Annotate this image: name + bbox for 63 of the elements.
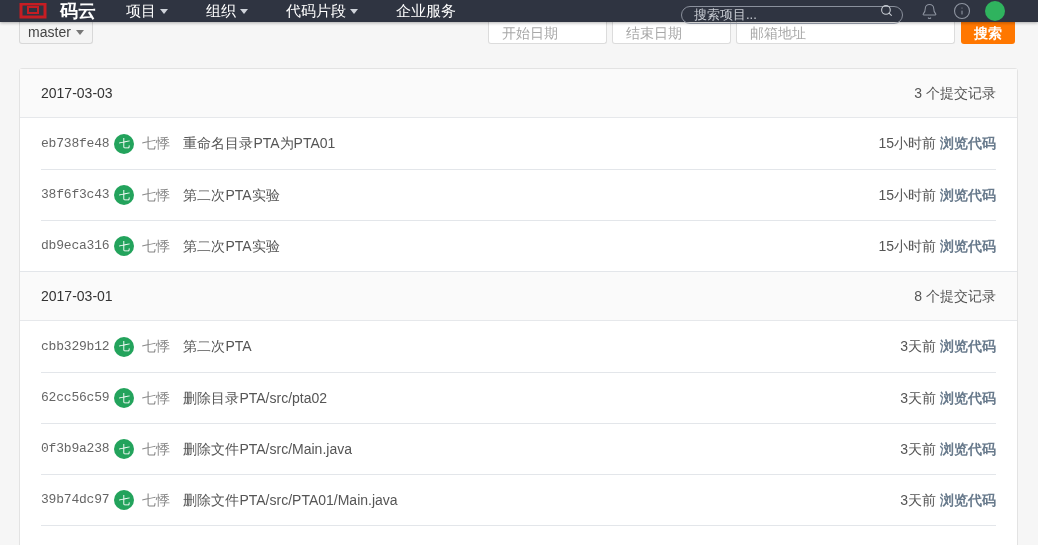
author-name[interactable]: 七悸 [142,387,171,409]
commit-hash[interactable]: 0f3b9a238 [41,439,110,459]
commit-time: 3天前 [900,388,936,408]
branch-dropdown[interactable]: master [19,22,93,44]
browse-code-link[interactable]: 浏览代码 [940,387,996,409]
commit-hash[interactable]: 39b74dc97 [41,490,110,510]
browse-code-link[interactable]: 浏览代码 [940,184,996,206]
author-name[interactable]: 七悸 [142,133,171,154]
caret-icon [75,30,84,35]
commit-message[interactable]: 删除文件PTA/src/PTA01/Main.java [183,489,398,511]
author-avatar[interactable]: 七 [114,336,135,357]
browse-code-link[interactable]: 浏览代码 [940,438,996,460]
commit-hash[interactable]: 38f6f3c43 [41,185,110,205]
commit-hash[interactable]: 62cc56c59 [41,388,110,408]
logo-text[interactable]: 码云 [60,0,96,22]
browse-code-link[interactable]: 浏览代码 [940,336,996,357]
commit-message[interactable]: 删除目录PTA/src/pta02 [183,387,328,409]
commit-hash[interactable]: eb738fe48 [41,133,110,154]
nav-menu-item[interactable]: 组织 [206,0,248,22]
commit-time: 3天前 [900,337,936,356]
group-date: 2017-03-03 [41,83,113,103]
info-icon[interactable] [953,2,971,20]
commit-message[interactable]: 第二次PTA实验 [183,184,280,206]
logo-icon[interactable] [19,3,47,19]
nav-menu-item[interactable]: 代码片段 [286,0,358,22]
author-name[interactable]: 七悸 [142,235,171,257]
email-field[interactable]: 邮箱地址 [736,22,955,44]
browse-code-link[interactable]: 浏览代码 [940,235,996,257]
avatar-icon[interactable] [985,1,1005,21]
author-name[interactable]: 七悸 [142,438,171,460]
commit-message[interactable]: 重命名目录PTA为PTA01 [183,133,336,154]
author-avatar[interactable]: 七 [114,388,135,408]
commit-count: 8 个提交记录 [914,286,996,306]
commit-time: 15小时前 [878,185,936,205]
commit-time: 3天前 [900,490,936,510]
search-field[interactable]: 搜索项目... [681,5,903,24]
author-avatar[interactable]: 七 [114,236,135,256]
author-avatar[interactable]: 七 [114,439,135,459]
bell-icon[interactable] [921,2,938,20]
start-date-field[interactable]: 开始日期 [488,22,607,44]
search-icon[interactable] [880,4,893,17]
browse-code-link[interactable]: 浏览代码 [940,133,996,154]
nav-menu-item[interactable]: 企业服务 [396,0,456,22]
commit-time: 3天前 [900,439,936,459]
browse-code-link[interactable]: 浏览代码 [940,489,996,511]
commit-hash[interactable]: cbb329b12 [41,336,110,357]
commit-message[interactable]: 第二次PTA [183,336,252,357]
author-name[interactable]: 七悸 [142,489,171,511]
author-avatar[interactable]: 七 [114,133,135,154]
author-name[interactable]: 七悸 [142,184,171,206]
commit-hash[interactable]: db9eca316 [41,236,110,256]
end-date-field[interactable]: 结束日期 [612,22,731,44]
author-avatar[interactable]: 七 [114,490,135,510]
commit-count: 3 个提交记录 [914,83,996,103]
group-date: 2017-03-01 [41,286,113,306]
author-name[interactable]: 七悸 [142,336,171,357]
commit-message[interactable]: 第二次PTA实验 [183,235,280,257]
commit-time: 15小时前 [878,134,936,153]
nav-menu-item[interactable]: 项目 [126,0,168,22]
commit-message[interactable]: 删除文件PTA/src/Main.java [183,438,352,460]
author-avatar[interactable]: 七 [114,185,135,205]
search-button[interactable]: 搜索 [961,22,1015,44]
commit-time: 15小时前 [878,236,936,256]
